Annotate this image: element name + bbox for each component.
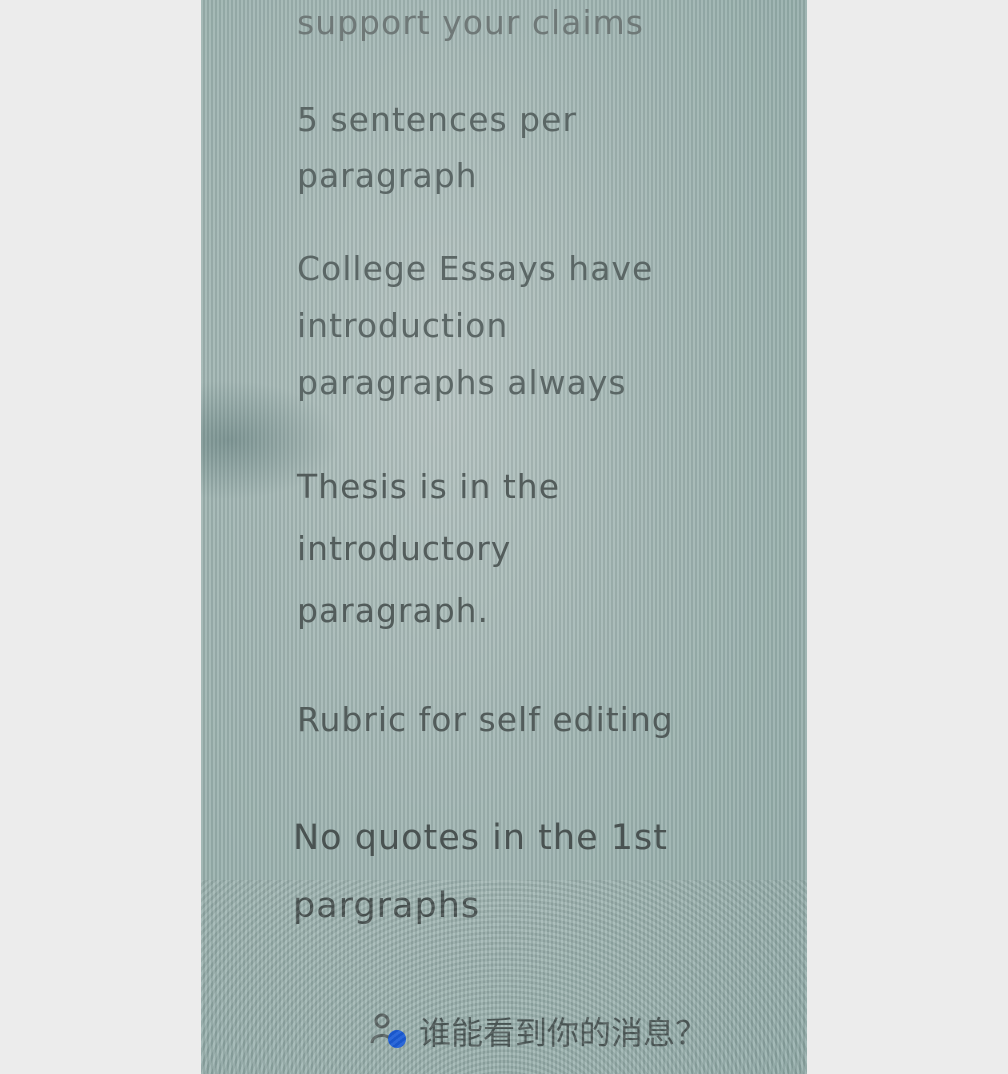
visibility-prompt[interactable]: 谁能看到你的消息？ xyxy=(369,1008,707,1054)
visibility-prompt-text: 谁能看到你的消息？ xyxy=(419,1014,708,1052)
note-item: College Essays have introduction paragra… xyxy=(297,249,654,402)
note-item: Thesis is in the introductory paragraph. xyxy=(297,467,561,630)
note-item: No quotes in the 1st pargraphs xyxy=(293,818,668,926)
note-item: 5 sentences per paragraph xyxy=(297,100,577,195)
left-margin xyxy=(0,0,201,1074)
notes-screen: support your claims 5 sentences per para… xyxy=(201,0,807,1074)
note-item: support your claims xyxy=(297,3,644,42)
person-visibility-icon xyxy=(369,1011,409,1051)
right-margin xyxy=(807,0,1008,1074)
note-item: Rubric for self editing xyxy=(297,700,674,739)
